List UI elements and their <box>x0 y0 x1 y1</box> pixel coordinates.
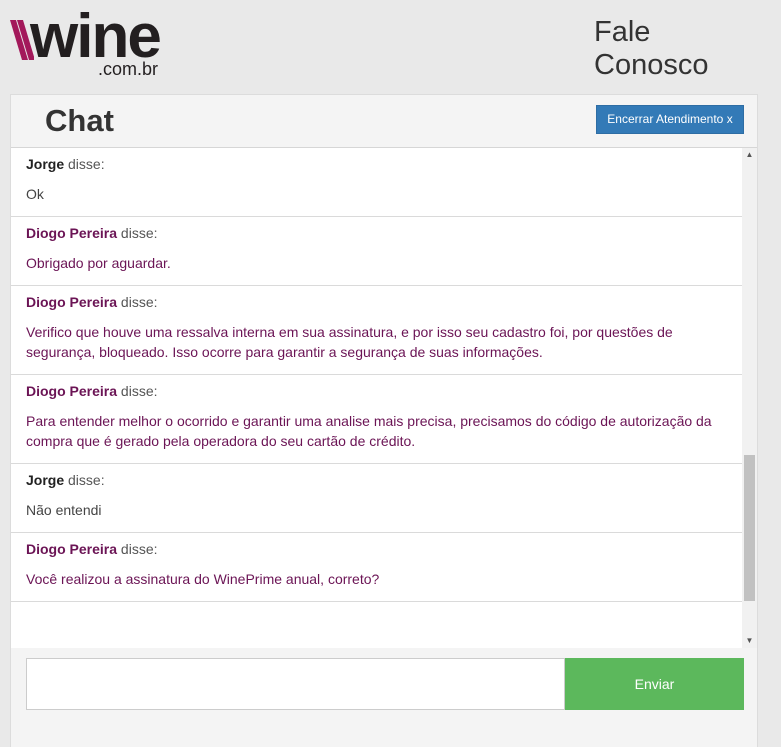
message-author: Diogo Pereira <box>26 225 118 241</box>
send-button[interactable]: Enviar <box>565 658 744 710</box>
contact-heading-line2: Conosco <box>594 49 709 81</box>
message-author: Diogo Pereira <box>26 383 118 399</box>
message-author: Jorge <box>26 472 65 488</box>
message-text: Verifico que houve uma ressalva interna … <box>26 324 673 360</box>
message-header: Jorge disse: <box>26 154 727 174</box>
message-header: Diogo Pereira disse: <box>26 223 727 243</box>
message-text: Obrigado por aguardar. <box>26 255 171 271</box>
contact-heading: Fale Conosco <box>594 16 708 82</box>
chat-message: Diogo Pereira disse: Para entender melhor… <box>11 375 742 464</box>
message-text: Ok <box>26 186 44 202</box>
chat-message: Diogo Pereira disse: Você realizou a assi… <box>11 533 742 602</box>
message-header: Diogo Pereira disse: <box>26 539 727 559</box>
message-text: Não entendi <box>26 502 102 518</box>
message-author: Jorge <box>26 156 65 172</box>
message-header: Diogo Pereira disse: <box>26 292 727 312</box>
message-said-label: disse: <box>120 541 158 557</box>
message-list[interactable]: Jorge disse: Ok Diogo Pereira disse: Obriga… <box>11 148 742 648</box>
scroll-down-arrow-icon[interactable]: ▼ <box>742 634 757 648</box>
message-text: Você realizou a assinatura do WinePrime … <box>26 571 380 587</box>
chat-panel: Chat Encerrar Atendimento x Jorge disse:… <box>10 94 758 747</box>
site-header: wine .com.br Fale Conosco <box>0 0 781 94</box>
logo-domain: .com.br <box>98 59 159 79</box>
message-author: Diogo Pereira <box>26 294 118 310</box>
message-text: Para entender melhor o ocorrido e garant… <box>26 413 712 449</box>
chat-message: Diogo Pereira disse: Obrigado por aguarda… <box>11 217 742 286</box>
scrollbar-thumb[interactable] <box>744 455 755 601</box>
message-said-label: disse: <box>68 156 105 172</box>
contact-heading-line1: Fale <box>594 16 651 48</box>
wine-logo[interactable]: wine .com.br <box>10 6 200 82</box>
message-author: Diogo Pereira <box>26 541 118 557</box>
message-header: Jorge disse: <box>26 470 727 490</box>
message-said-label: disse: <box>120 294 158 310</box>
message-said-label: disse: <box>120 383 158 399</box>
scroll-up-arrow-icon[interactable]: ▲ <box>742 148 757 162</box>
message-input[interactable] <box>26 658 565 710</box>
chat-message: Jorge disse: Ok <box>11 148 742 217</box>
chat-message: Jorge disse: Não entendi <box>11 464 742 533</box>
message-scrollbar[interactable]: ▲ ▼ <box>742 148 757 648</box>
chat-title: Chat <box>45 103 114 138</box>
message-said-label: disse: <box>120 225 158 241</box>
message-header: Diogo Pereira disse: <box>26 381 727 401</box>
end-chat-button[interactable]: Encerrar Atendimento x <box>596 105 744 134</box>
chat-panel-header: Chat Encerrar Atendimento x <box>11 95 757 148</box>
chat-message: Diogo Pereira disse: Verifico que houve u… <box>11 286 742 375</box>
message-said-label: disse: <box>68 472 105 488</box>
